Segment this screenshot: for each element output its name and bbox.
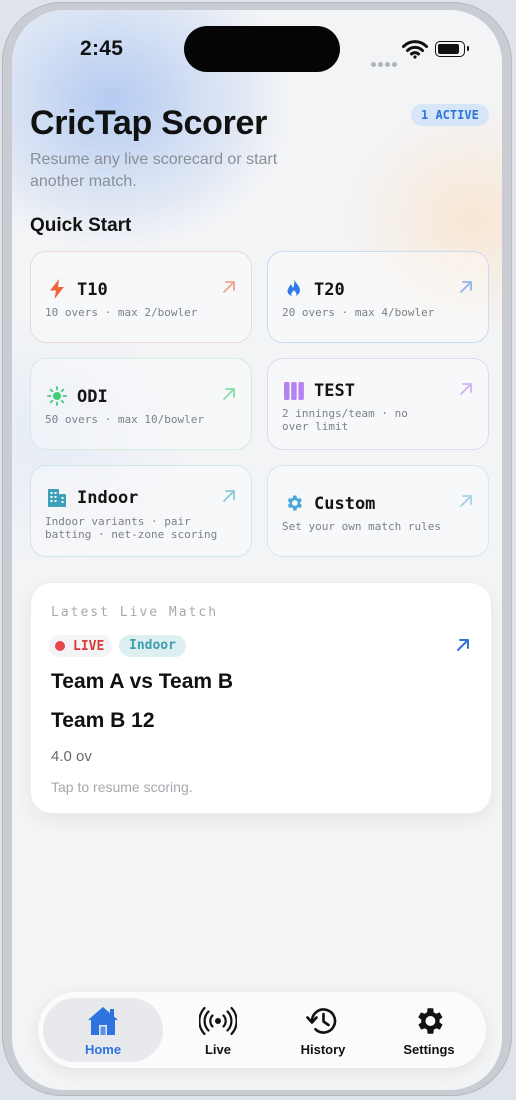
format-card-t20[interactable]: T20 20 overs · max 4/bowler xyxy=(267,251,489,343)
latest-live-match-card[interactable]: Latest Live Match LIVE Indoor Team A vs … xyxy=(30,582,492,814)
live-dot-icon xyxy=(55,641,65,651)
format-name: TEST xyxy=(314,381,355,401)
columns-icon xyxy=(284,381,304,401)
arrow-up-right-icon xyxy=(460,495,472,507)
format-description: Indoor variants · pair batting · net-zon… xyxy=(45,515,218,541)
format-card-custom[interactable]: Custom Set your own match rules xyxy=(267,465,489,557)
tab-bar: Home Live History Settings xyxy=(38,992,486,1068)
bolt-icon xyxy=(47,279,67,299)
history-icon xyxy=(306,1008,337,1034)
match-teams: Team A vs Team B xyxy=(51,670,234,693)
live-match-heading: Latest Live Match xyxy=(51,605,219,620)
cellular-signal-icon xyxy=(371,54,399,72)
arrow-up-right-icon xyxy=(223,281,235,293)
tab-history[interactable]: History xyxy=(268,998,378,1062)
arrow-up-right-icon xyxy=(223,388,235,400)
flame-icon xyxy=(284,279,304,299)
status-time: 2:45 xyxy=(80,37,124,60)
format-name: Indoor xyxy=(77,488,139,508)
building-icon xyxy=(47,487,67,507)
tab-label: Live xyxy=(204,1042,231,1057)
tab-label: Home xyxy=(84,1042,122,1057)
format-description: 50 overs · max 10/bowler xyxy=(45,413,204,426)
quick-start-title: Quick Start xyxy=(30,215,132,236)
format-card-t10[interactable]: T10 10 overs · max 2/bowler xyxy=(30,251,252,343)
tab-live[interactable]: Live xyxy=(163,998,273,1062)
tab-settings[interactable]: Settings xyxy=(374,998,484,1062)
arrow-up-right-icon xyxy=(460,281,472,293)
match-score: Team B 12 xyxy=(51,709,155,732)
match-overs: 4.0 ov xyxy=(51,748,92,765)
arrow-up-right-icon xyxy=(223,490,235,502)
live-label: LIVE xyxy=(73,638,105,654)
active-count-badge: 1 ACTIVE xyxy=(411,104,489,126)
format-card-indoor[interactable]: Indoor Indoor variants · pair batting · … xyxy=(30,465,252,557)
app-screen: 2:45 CricTap Scorer 1 ACTIVE Resume any … xyxy=(12,10,502,1090)
format-description: Set your own match rules xyxy=(282,520,441,533)
format-description: 10 overs · max 2/bowler xyxy=(45,306,198,319)
format-card-test[interactable]: TEST 2 innings/team · no over limit xyxy=(267,358,489,450)
page-title: CricTap Scorer xyxy=(30,104,268,142)
format-description: 20 overs · max 4/bowler xyxy=(282,306,435,319)
wifi-icon xyxy=(402,40,428,59)
arrow-up-right-icon xyxy=(457,639,469,651)
gear-icon xyxy=(284,493,304,513)
battery-icon xyxy=(435,41,469,57)
format-name: T10 xyxy=(77,280,108,300)
format-name: T20 xyxy=(314,280,345,300)
format-name: Custom xyxy=(314,494,376,514)
format-description: 2 innings/team · no over limit xyxy=(282,407,408,433)
tab-home[interactable]: Home xyxy=(43,998,163,1062)
format-card-odi[interactable]: ODI 50 overs · max 10/bowler xyxy=(30,358,252,450)
tab-label: Settings xyxy=(403,1042,455,1057)
gear-icon xyxy=(418,1008,443,1034)
resume-hint: Tap to resume scoring. xyxy=(51,779,193,795)
device-frame: 2:45 CricTap Scorer 1 ACTIVE Resume any … xyxy=(2,2,512,1096)
broadcast-icon xyxy=(199,1006,237,1036)
page-subtitle: Resume any live scorecard or start anoth… xyxy=(30,151,278,190)
match-format-badge: Indoor xyxy=(119,635,186,657)
sun-icon xyxy=(47,386,67,406)
tab-label: History xyxy=(300,1042,346,1057)
arrow-up-right-icon xyxy=(460,383,472,395)
format-name: ODI xyxy=(77,387,108,407)
house-icon xyxy=(88,1007,118,1035)
dynamic-island xyxy=(184,26,340,72)
live-status-badge: LIVE xyxy=(49,635,113,657)
